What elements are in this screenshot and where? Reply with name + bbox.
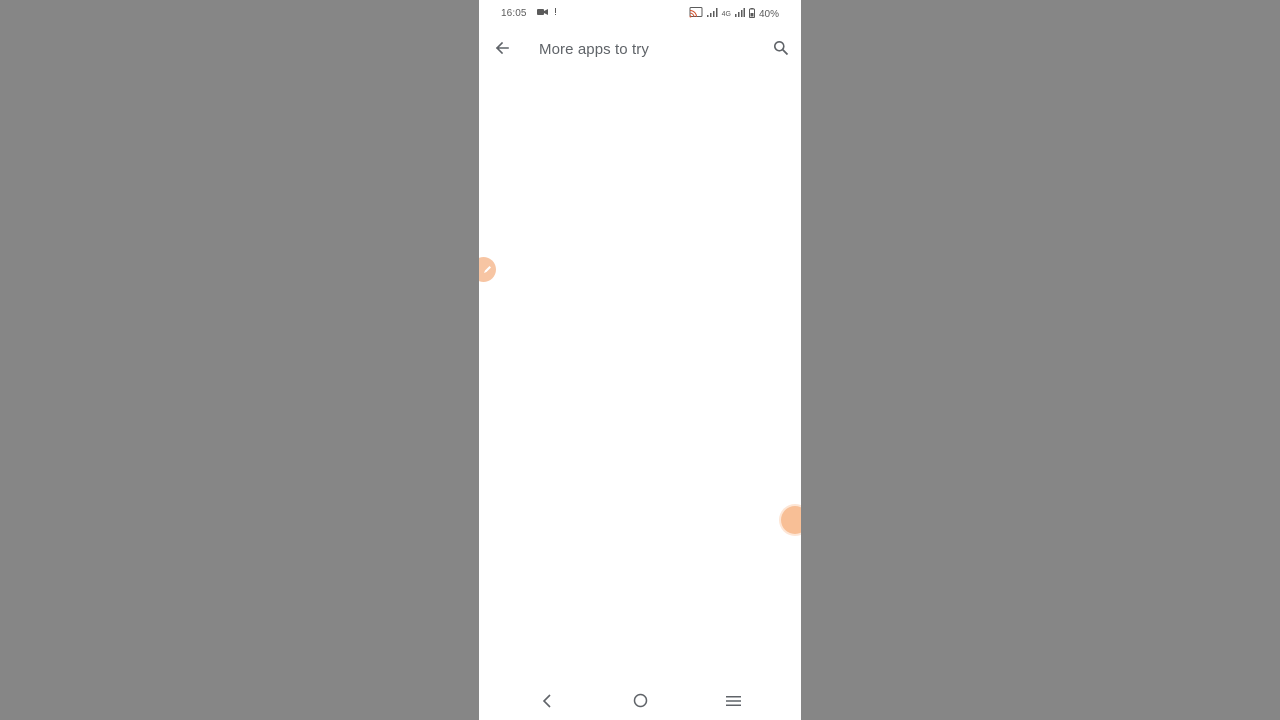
status-time: 16:05 (501, 8, 527, 19)
signal-icon (706, 8, 718, 20)
status-system-icons: 4G 40% (689, 7, 779, 21)
page-title: More apps to try (539, 41, 649, 58)
network-type: 4G (721, 10, 731, 18)
nav-home-icon (633, 693, 648, 713)
navigation-bar (479, 686, 801, 720)
floating-record-bubble[interactable] (781, 506, 801, 534)
nav-back-button[interactable] (538, 693, 556, 713)
phone-screen: 16:05 4G 40% More apps to try (479, 0, 801, 720)
pencil-icon (483, 261, 492, 279)
cast-icon (689, 7, 703, 21)
status-notification-icons (537, 8, 557, 19)
signal-icon (734, 8, 745, 20)
battery-percent: 40% (758, 8, 779, 20)
search-button[interactable] (771, 40, 791, 60)
nav-home-button[interactable] (631, 693, 649, 713)
search-icon (773, 40, 789, 61)
nav-menu-icon (725, 694, 741, 712)
nav-menu-button[interactable] (724, 694, 742, 712)
floating-edit-bubble[interactable] (479, 257, 496, 282)
arrow-back-icon (494, 40, 510, 61)
status-bar: 16:05 4G 40% (479, 0, 801, 28)
nav-back-icon (542, 693, 552, 713)
video-camera-icon (537, 8, 548, 19)
alert-icon (554, 8, 557, 19)
back-button[interactable] (491, 39, 513, 61)
app-bar: More apps to try (479, 28, 801, 72)
battery-icon (748, 7, 755, 21)
